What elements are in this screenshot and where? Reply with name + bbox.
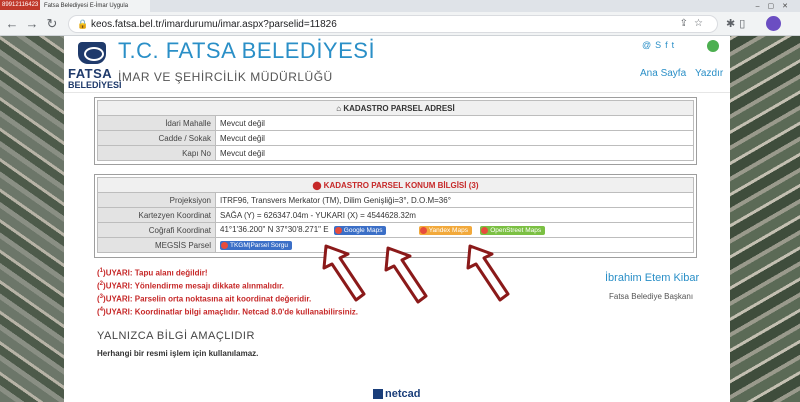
yandex-maps-label: Yandex Maps	[428, 226, 468, 234]
annotation-arrow-icon	[384, 246, 428, 304]
openstreet-maps-label: OpenStreet Maps	[490, 226, 542, 234]
tab-id-badge: 89912116423	[0, 0, 41, 10]
disclaimer-heading: YALNIZCA BİLGİ AMAÇLIDIR	[97, 330, 255, 342]
page-content: FATSA BELEDİYESİ T.C. FATSA BELEDİYESİ İ…	[64, 36, 730, 402]
warning-num: 4	[99, 307, 104, 313]
netcad-logo[interactable]: netcad	[373, 388, 420, 400]
annotation-arrow-icon	[322, 244, 366, 302]
row-label: Kapı No	[97, 145, 216, 161]
warning-1: (1)UYARI: Tapu alanı değildir!	[97, 268, 208, 278]
annotation-arrow-icon	[466, 244, 510, 302]
address-bar[interactable]: 🔒 keos.fatsa.bel.tr/imardurumu/imar.aspx…	[68, 15, 718, 33]
row-label: İdari Mahalle	[97, 115, 216, 131]
yandex-maps-button[interactable]: Yandex Maps	[418, 225, 472, 235]
mayor-title: Fatsa Belediye Başkanı	[609, 292, 694, 301]
at-icon[interactable]: @	[642, 40, 655, 50]
table-row: Cadde / Sokak Mevcut değil	[97, 130, 694, 146]
location-table: ⬤ KADASTRO PARSEL KONUM BİLGİSİ (3) Proj…	[97, 177, 694, 253]
netcad-mark-icon	[373, 389, 383, 400]
location-table-title: KADASTRO PARSEL KONUM BİLGİSİ	[323, 180, 467, 190]
warning-4: (4)UYARI: Koordinatlar bilgi amaçlıdır. …	[97, 307, 359, 317]
row-value: 41°1'36.200" N 37°30'8.271" E Google Map…	[215, 222, 694, 238]
social-icons[interactable]: @Sft	[642, 40, 678, 50]
share-icon[interactable]: ⇪☆	[680, 18, 709, 29]
reload-icon[interactable]: ↻	[44, 16, 60, 32]
table-row: İdari Mahalle Mevcut değil	[97, 115, 694, 131]
yandex-maps-icon	[419, 226, 427, 234]
table-row: Kartezyen Koordinat SAĞA (Y) = 626347.04m…	[97, 207, 694, 223]
warning-2: (2)UYARI: Yönlendirme mesajı dikkate alı…	[97, 281, 284, 291]
municipality-logo[interactable]: FATSA BELEDİYESİ	[68, 42, 122, 92]
row-label: MEGSİS Parsel	[97, 237, 216, 253]
print-link[interactable]: Yazdır	[695, 68, 723, 79]
row-value: Mevcut değil	[215, 115, 694, 131]
mayor-name[interactable]: İbrahim Etem Kibar	[605, 272, 699, 284]
table-row: Projeksiyon ITRF96, Transvers Merkator (T…	[97, 192, 694, 208]
warning-text: UYARI: Parselin orta noktasına ait koord…	[105, 294, 312, 304]
tab-title: Fatsa Belediyesi E-İmar Uygula	[44, 3, 129, 9]
browser-toolbar: ← → ↻ 🔒 keos.fatsa.bel.tr/imardurumu/ima…	[0, 12, 800, 36]
google-maps-button[interactable]: Google Maps	[333, 225, 387, 235]
warning-text: UYARI: Tapu alanı değildir!	[105, 268, 208, 278]
row-value: ITRF96, Transvers Merkator (TM), Dilim G…	[215, 192, 694, 208]
row-label: Projeksiyon	[97, 192, 216, 208]
row-value: Mevcut değil	[215, 130, 694, 146]
whatsapp-icon[interactable]	[707, 40, 719, 52]
location-table-header: ⬤ KADASTRO PARSEL KONUM BİLGİSİ (3)	[97, 177, 694, 193]
lock-icon: 🔒	[77, 19, 89, 29]
forward-icon[interactable]: →	[24, 16, 40, 32]
table-row: Coğrafi Koordinat 41°1'36.200" N 37°30'8…	[97, 222, 694, 238]
warning-text: UYARI: Koordinatlar bilgi amaçlıdır. Net…	[105, 307, 359, 317]
browser-tab-bar: Fatsa Belediyesi E-İmar Uygula 899121164…	[0, 0, 800, 12]
row-label: Kartezyen Koordinat	[97, 207, 216, 223]
logo-text: FATSA	[68, 66, 113, 81]
aerial-background-left	[0, 36, 64, 402]
map-pin-icon: ⬤	[312, 180, 324, 190]
title-note: (3)	[468, 180, 479, 190]
warning-num: 3	[99, 294, 104, 300]
aerial-background-right	[730, 36, 800, 402]
row-value: TKGM|Parsel Sorgu	[215, 237, 694, 253]
warning-num: 1	[99, 268, 104, 274]
window-controls[interactable]: –▢✕	[756, 2, 796, 10]
openstreet-maps-icon	[481, 226, 489, 234]
logo-emblem-icon	[78, 42, 106, 64]
row-value: SAĞA (Y) = 626347.04m - YUKARI (X) = 454…	[215, 207, 694, 223]
logo-subtext: BELEDİYESİ	[68, 80, 122, 90]
address-table-title: KADASTRO PARSEL ADRESİ	[343, 103, 455, 113]
warning-3: (3)UYARI: Parselin orta noktasına ait ko…	[97, 294, 312, 304]
tkgm-icon	[221, 241, 228, 249]
back-icon[interactable]: ←	[4, 16, 20, 32]
warning-text: UYARI: Yönlendirme mesajı dikkate alınma…	[105, 281, 284, 291]
skype-icon[interactable]: S	[655, 40, 665, 50]
site-subtitle: İMAR VE ŞEHİRCİLİK MÜDÜRLÜĞÜ	[118, 70, 333, 84]
openstreet-maps-button[interactable]: OpenStreet Maps	[480, 225, 546, 235]
disclaimer-text: Herhangi bir resmi işlem için kullanılam…	[97, 349, 259, 358]
extensions-icon[interactable]: ✱▯	[726, 17, 749, 30]
geo-coordinate-text: 41°1'36.200" N 37°30'8.271" E	[220, 225, 329, 235]
header-divider	[64, 92, 730, 93]
twitter-icon[interactable]: t	[672, 40, 679, 50]
url-text: keos.fatsa.bel.tr/imardurumu/imar.aspx?p…	[91, 19, 337, 30]
table-row: Kapı No Mevcut değil	[97, 145, 694, 161]
row-label: Coğrafi Koordinat	[97, 222, 216, 238]
warning-num: 2	[99, 281, 104, 287]
row-label: Cadde / Sokak	[97, 130, 216, 146]
home-link[interactable]: Ana Sayfa	[640, 68, 686, 79]
profile-avatar[interactable]	[766, 16, 781, 31]
row-value: Mevcut değil	[215, 145, 694, 161]
tkgm-label: TKGM|Parsel Sorgu	[230, 241, 289, 249]
address-table-header: ⌂ KADASTRO PARSEL ADRESİ	[97, 100, 694, 116]
site-title: T.C. FATSA BELEDİYESİ	[118, 38, 376, 63]
google-maps-label: Google Maps	[343, 226, 383, 234]
netcad-text: netcad	[385, 388, 421, 400]
tkgm-parcel-button[interactable]: TKGM|Parsel Sorgu	[220, 240, 293, 250]
address-table: ⌂ KADASTRO PARSEL ADRESİ İdari Mahalle Me…	[97, 100, 694, 161]
google-maps-icon	[334, 226, 342, 234]
